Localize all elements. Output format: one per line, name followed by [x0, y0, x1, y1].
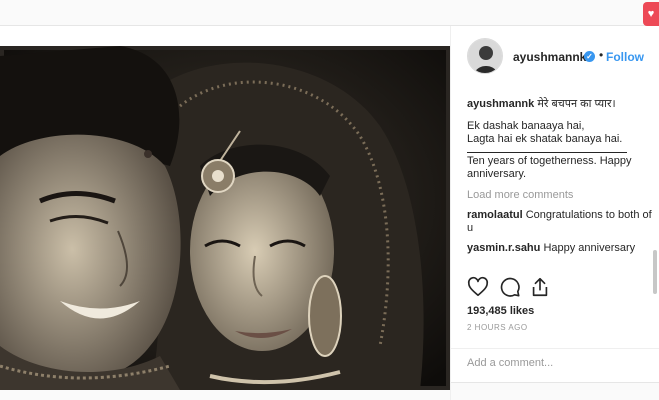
avatar-image [468, 39, 502, 73]
comment-bubble-icon[interactable] [499, 276, 521, 298]
caption: ayushmannk मेरे बचपन का प्यार। [467, 98, 655, 111]
caption-divider [467, 152, 627, 153]
post-side-panel: ayushmannk ✓ • Follow ayushmannk मेरे बच… [450, 26, 659, 400]
share-icon[interactable] [529, 276, 551, 298]
instagram-post: ayushmannk ✓ • Follow ayushmannk मेरे बच… [0, 26, 659, 400]
comments-section: ayushmannk मेरे बचपन का प्यार। Ek dashak… [467, 98, 655, 255]
add-comment-section [451, 348, 659, 380]
load-more-comments-link[interactable]: Load more comments [467, 189, 655, 202]
caption-line: Ek dashak banaaya hai, [467, 120, 585, 132]
caption-username[interactable]: ayushmannk [467, 98, 534, 110]
comment-username[interactable]: yasmin.r.sahu [467, 242, 540, 254]
caption-text-hindi: मेरे बचपन का प्यार। [537, 98, 616, 110]
heart-notification-icon[interactable]: ♥ [643, 2, 659, 26]
caption-line: anniversary. [467, 168, 527, 180]
likes-count[interactable]: 193,485 likes [467, 305, 534, 317]
post-photo[interactable] [0, 46, 450, 390]
post-header: ayushmannk ✓ • Follow [451, 38, 659, 74]
comment-item: ramolaatul Congratulations to both of u [467, 209, 655, 235]
add-comment-input[interactable] [467, 357, 647, 369]
comment-text: Happy anniversary [543, 242, 636, 254]
avatar[interactable] [467, 38, 503, 74]
post-photo-image [0, 46, 450, 390]
verified-badge-icon: ✓ [584, 51, 595, 62]
comment-username[interactable]: ramolaatul [467, 209, 523, 221]
follow-button[interactable]: Follow [606, 50, 644, 64]
post-timestamp[interactable]: 2 HOURS AGO [467, 323, 528, 332]
caption-line: Ten years of togetherness. Happy [467, 155, 632, 167]
comments-scrollbar[interactable] [653, 250, 657, 294]
caption-line: Lagta hai ek shatak banaya hai. [467, 133, 623, 145]
comment-item: yasmin.r.sahu Happy anniversary [467, 242, 655, 255]
action-bar [467, 276, 587, 300]
header-separator-dot: • [599, 48, 604, 62]
header-username[interactable]: ayushmannk [513, 50, 586, 64]
heart-icon[interactable] [467, 276, 489, 298]
